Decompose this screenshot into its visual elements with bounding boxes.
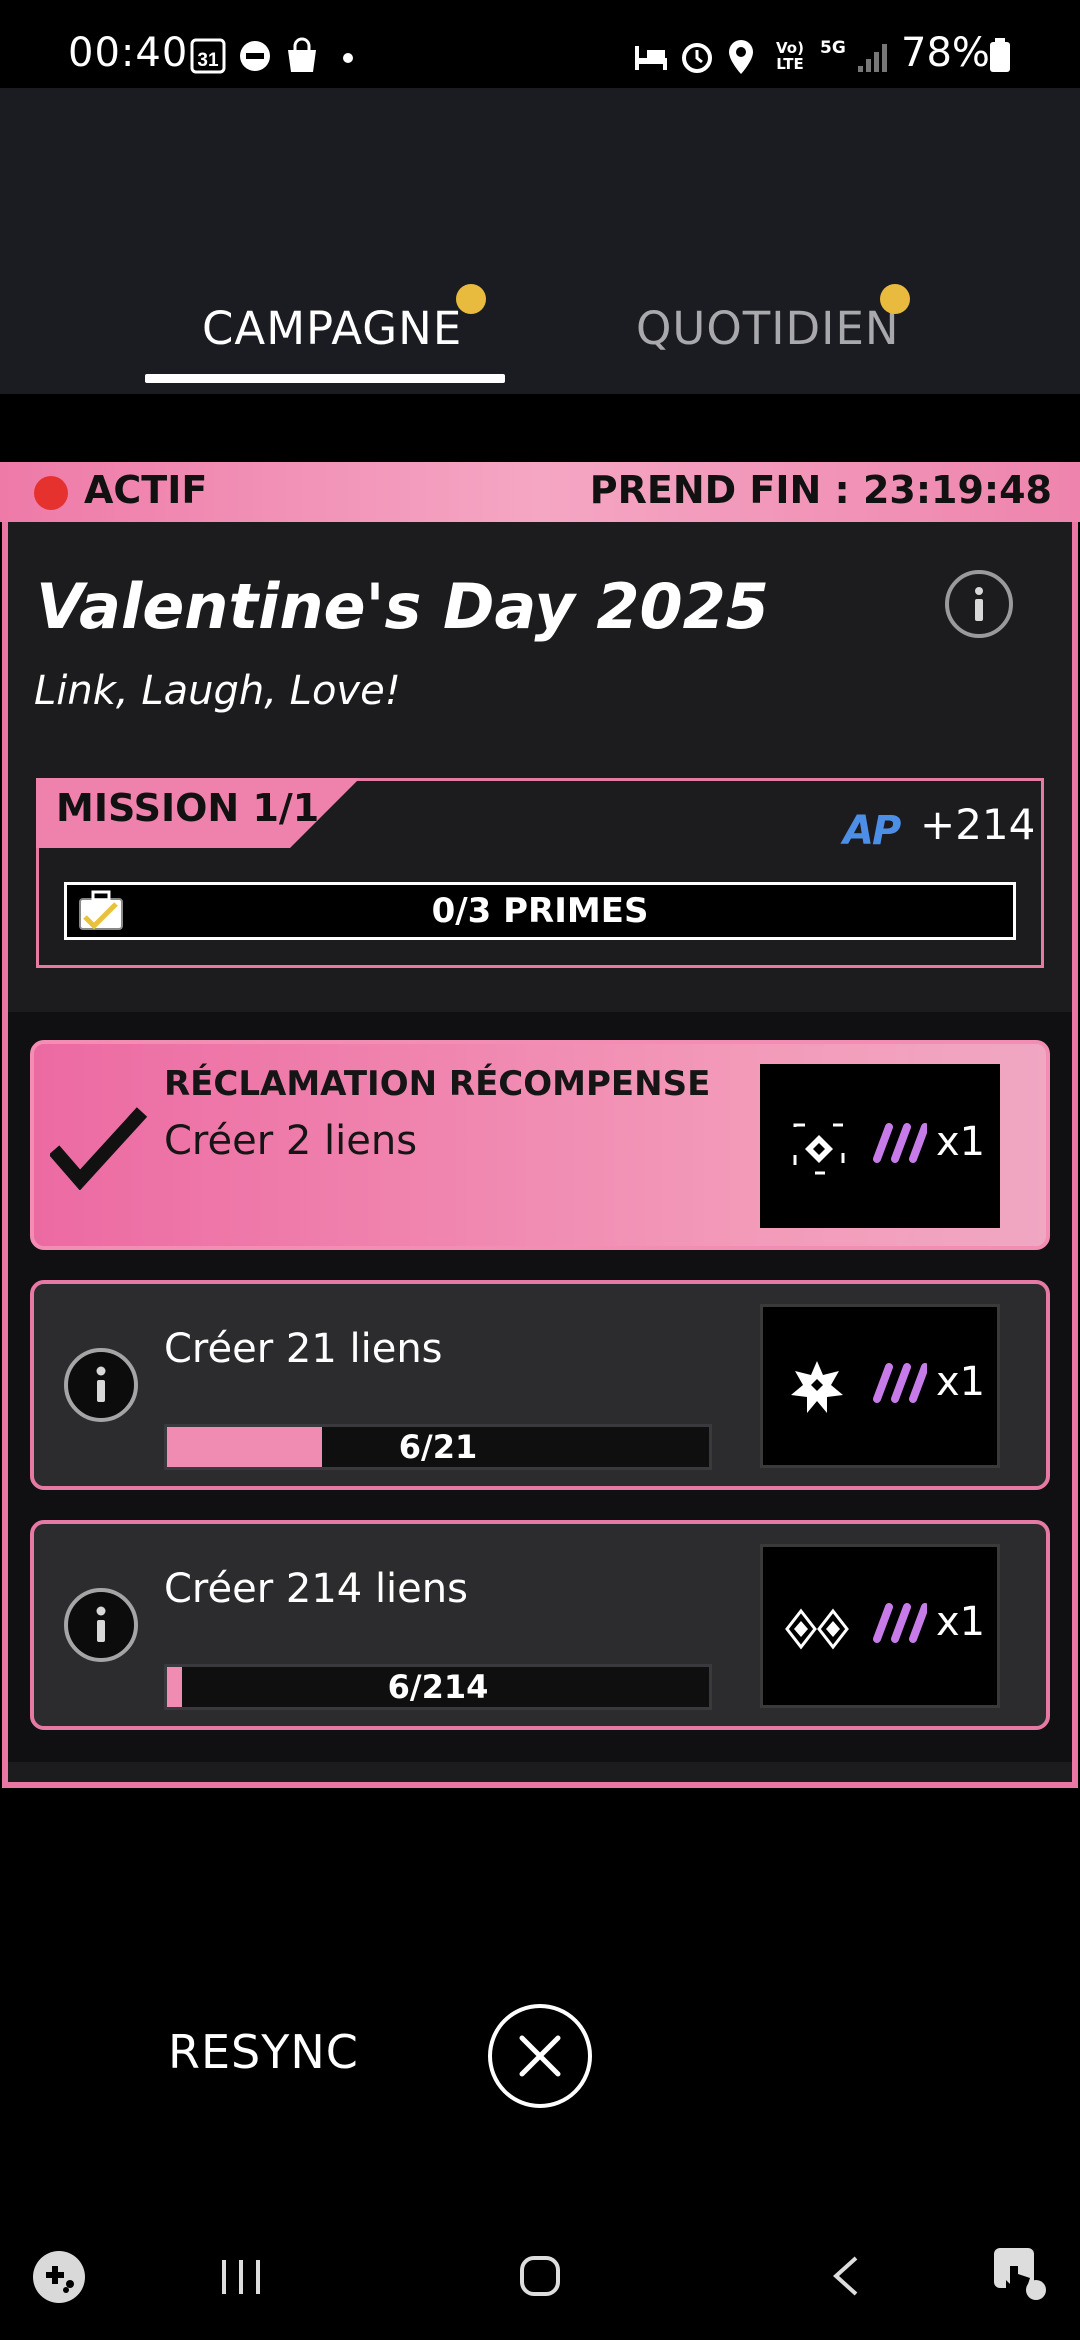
reward-qty: x1: [936, 1359, 986, 1405]
claim-reward-label: RÉCLAMATION RÉCOMPENSE: [164, 1064, 711, 1104]
tab-selected-indicator: [145, 374, 505, 383]
tier-slashes-icon: [873, 1123, 927, 1163]
home-button[interactable]: [518, 2252, 564, 2298]
battery-percent: 78%: [901, 30, 990, 76]
tab-header: CAMPAGNE QUOTIDIEN: [0, 88, 1080, 394]
tab-campagne[interactable]: CAMPAGNE: [202, 302, 462, 355]
progress-label: 6/214: [387, 1668, 489, 1706]
calendar-day: 31: [197, 50, 219, 71]
game-launcher-icon[interactable]: [32, 2250, 86, 2304]
progress-label: 6/21: [398, 1428, 478, 1466]
primes-label: 0/3 PRIMES: [431, 891, 649, 931]
info-icon: [96, 1606, 106, 1642]
bed-icon: [635, 46, 667, 70]
signal-icon: [858, 44, 887, 72]
tier-slashes-icon: [873, 1363, 927, 1403]
location-icon: [729, 40, 753, 74]
reward-item-icon: [785, 1608, 849, 1650]
ap-reward: +214: [920, 800, 1036, 849]
resync-button[interactable]: RESYNC: [168, 2025, 359, 2079]
ap-icon: AP: [843, 808, 901, 854]
alarm-icon: [682, 43, 712, 73]
mission-count: MISSION 1/1: [56, 786, 320, 830]
event-subtitle: Link, Laugh, Love!: [34, 668, 401, 714]
reward-qty: x1: [936, 1119, 986, 1165]
mission-desc: Créer 21 liens: [164, 1326, 443, 1372]
reward-box: x1: [760, 1304, 1000, 1468]
tab-campagne-badge: [456, 284, 486, 314]
status-bar: 00:40 31 Vo) LTE 5G 78%: [0, 0, 1080, 88]
status-time: 00:40: [68, 30, 189, 76]
5g-icon: 5G: [820, 38, 846, 58]
tab-quotidien[interactable]: QUOTIDIEN: [636, 302, 900, 355]
mission-progress-bar: 6/214: [164, 1664, 712, 1710]
mission-info-button[interactable]: [64, 1588, 138, 1662]
close-icon: [519, 2035, 561, 2077]
info-icon: [96, 1366, 106, 1402]
tab-quotidien-badge: [880, 284, 910, 314]
checkmark-icon: [50, 1107, 148, 1190]
mission-progress-bar: 6/21: [164, 1424, 712, 1470]
notification-dot: [343, 53, 353, 63]
event-ends-timer: PREND FIN : 23:19:48: [589, 468, 1052, 512]
reward-item-icon: [791, 1361, 843, 1413]
battery-icon: [990, 38, 1010, 72]
close-button[interactable]: [488, 2004, 592, 2108]
mission-info-button[interactable]: [64, 1348, 138, 1422]
event-title: Valentine's Day 2025: [36, 570, 769, 643]
reward-item-icon: [793, 1123, 845, 1175]
mission-desc: Créer 2 liens: [164, 1118, 418, 1164]
mission-desc: Créer 214 liens: [164, 1566, 468, 1612]
recent-apps-button[interactable]: [218, 2254, 264, 2300]
primes-progress: 0/3 PRIMES: [64, 882, 1016, 940]
event-info-button[interactable]: [945, 570, 1013, 638]
reward-box: x1: [760, 1544, 1000, 1708]
active-indicator-icon: [34, 476, 68, 510]
reward-box: x1: [760, 1064, 1000, 1228]
info-icon: [975, 587, 983, 621]
volte-icon: Vo) LTE: [776, 39, 804, 73]
tier-slashes-icon: [873, 1603, 927, 1643]
system-nav-bar: [0, 2230, 1080, 2340]
dnd-icon: [240, 41, 270, 71]
calendar-icon: 31: [190, 38, 226, 74]
reward-qty: x1: [936, 1599, 986, 1645]
back-button[interactable]: [826, 2252, 866, 2302]
event-status: ACTIF: [84, 468, 208, 512]
accessibility-touch-icon[interactable]: [990, 2244, 1048, 2304]
shopping-bag-icon: [288, 37, 316, 72]
